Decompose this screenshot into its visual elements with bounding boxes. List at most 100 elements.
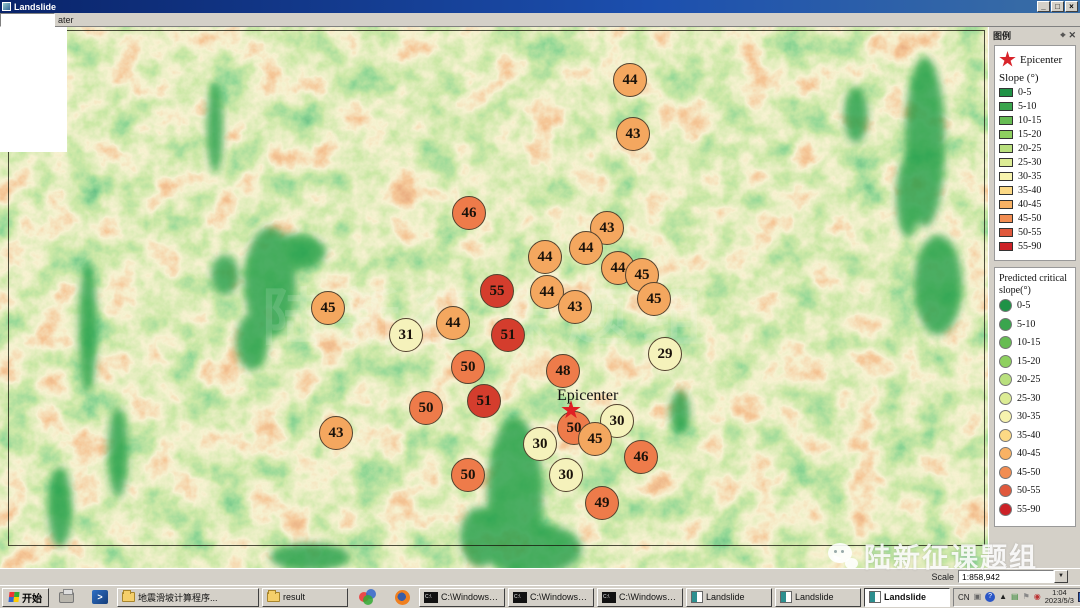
- legend-item: 55-90: [999, 503, 1073, 516]
- legend-swatch: [999, 228, 1013, 237]
- predicted-slope-point[interactable]: 45: [578, 422, 612, 456]
- legend-range-label: 5-10: [1017, 319, 1035, 330]
- legend-swatch: [999, 88, 1013, 97]
- legend-item: 25-30: [999, 392, 1073, 405]
- legend-range-label: 15-20: [1017, 356, 1040, 367]
- firefox-icon[interactable]: [393, 588, 411, 606]
- legend-swatch: [999, 102, 1013, 111]
- predicted-slope-point[interactable]: 29: [648, 337, 682, 371]
- legend-epicenter-label: Epicenter: [1020, 54, 1062, 66]
- scale-dropdown-icon[interactable]: ▼: [1054, 570, 1068, 583]
- legend-item: 50-55: [999, 484, 1073, 497]
- taskbar-window-label: Landslide: [795, 592, 834, 602]
- legend-swatch: [999, 172, 1013, 181]
- legend-item: 0-5: [999, 87, 1073, 98]
- predicted-slope-point[interactable]: 45: [311, 291, 345, 325]
- predicted-slope-point[interactable]: 45: [637, 282, 671, 316]
- taskbar-window-button[interactable]: 地震滑坡计算程序...: [117, 588, 259, 607]
- predicted-slope-point[interactable]: 48: [546, 354, 580, 388]
- predicted-slope-point[interactable]: 49: [585, 486, 619, 520]
- taskbar-window-button[interactable]: C:\C:\Windows\syste...: [508, 588, 594, 607]
- help-icon[interactable]: ?: [985, 592, 995, 602]
- taskbar-window-button[interactable]: C:\C:\Windows\syste...: [597, 588, 683, 607]
- predicted-slope-point[interactable]: 43: [616, 117, 650, 151]
- printer-icon[interactable]: [57, 588, 75, 606]
- safely-remove-icon[interactable]: ▤: [1011, 593, 1019, 601]
- powershell-icon[interactable]: >: [91, 588, 109, 606]
- taskbar-window-label: C:\Windows\syste...: [441, 592, 500, 602]
- legend-range-label: 50-55: [1017, 485, 1040, 496]
- taskbar-window-label: result: [283, 592, 305, 602]
- legend-range-label: 0-5: [1018, 87, 1031, 98]
- map-canvas[interactable]: 陆新征课题组 444346434444444555444543454431512…: [0, 27, 988, 568]
- predicted-slope-point[interactable]: 46: [624, 440, 658, 474]
- slope-legend-rows: 0-55-1010-1515-2020-2525-3030-3535-4040-…: [999, 87, 1073, 252]
- predicted-slope-point[interactable]: 44: [436, 306, 470, 340]
- predicted-slope-point[interactable]: 44: [613, 63, 647, 97]
- legend-swatch: [999, 144, 1013, 153]
- predicted-slope-point[interactable]: 51: [491, 318, 525, 352]
- legend-range-label: 10-15: [1017, 337, 1040, 348]
- predicted-slope-point[interactable]: 31: [389, 318, 423, 352]
- predicted-slope-point[interactable]: 46: [452, 196, 486, 230]
- predicted-slope-point[interactable]: 55: [480, 274, 514, 308]
- predicted-slope-point[interactable]: 30: [523, 427, 557, 461]
- app-icon: [2, 2, 11, 11]
- input-indicator[interactable]: CN: [958, 593, 970, 602]
- legend-item: 40-45: [999, 199, 1073, 210]
- maximize-button[interactable]: □: [1051, 1, 1064, 12]
- legend-swatch: [999, 503, 1012, 516]
- legend-range-label: 55-90: [1018, 241, 1041, 252]
- predicted-slope-point[interactable]: 50: [451, 350, 485, 384]
- epicenter-label: Epicenter: [557, 387, 618, 405]
- legend-swatch: [999, 410, 1012, 423]
- critical-slope-legend: Predicted critical slope(°) 0-55-1010-15…: [994, 267, 1076, 527]
- legend-swatch: [999, 429, 1012, 442]
- legend-range-label: 15-20: [1018, 129, 1041, 140]
- taskbar-window-button[interactable]: Landslide: [864, 588, 950, 607]
- monitor-icon[interactable]: ▣: [974, 593, 982, 601]
- minimize-button[interactable]: _: [1037, 1, 1050, 12]
- taskbar-window-button[interactable]: Landslide: [686, 588, 772, 607]
- legend-item: 25-30: [999, 157, 1073, 168]
- panel-close-icon[interactable]: ✕: [1068, 30, 1076, 41]
- watermark: 陆新征课题组: [828, 536, 1038, 575]
- legend-panel-title: 图例: [993, 29, 1011, 42]
- legend-range-label: 45-50: [1017, 467, 1040, 478]
- flag-icon[interactable]: ⚑: [1023, 593, 1030, 601]
- taskbar-window-button[interactable]: Landslide: [775, 588, 861, 607]
- folder-icon: [122, 592, 135, 602]
- predicted-slope-point[interactable]: 43: [319, 416, 353, 450]
- layer-combo[interactable]: [0, 13, 55, 27]
- legend-range-label: 10-15: [1018, 115, 1041, 126]
- predicted-slope-point[interactable]: 50: [451, 458, 485, 492]
- legend-item: 10-15: [999, 115, 1073, 126]
- legend-swatch: [999, 373, 1012, 386]
- tri-circle-app-icon[interactable]: [359, 588, 377, 606]
- expand-tray-icon[interactable]: ▲: [999, 593, 1007, 601]
- predicted-slope-point[interactable]: 43: [558, 290, 592, 324]
- legend-swatch: [999, 318, 1012, 331]
- legend-swatch: [999, 214, 1013, 223]
- tray-date: 2023/5/3: [1045, 597, 1074, 605]
- close-button[interactable]: ×: [1065, 1, 1078, 12]
- taskbar-window-label: 地震滑坡计算程序...: [138, 591, 218, 604]
- taskbar-window-button[interactable]: C:\C:\Windows\syste...: [419, 588, 505, 607]
- predicted-slope-point[interactable]: 51: [467, 384, 501, 418]
- legend-swatch: [999, 116, 1013, 125]
- predicted-slope-point[interactable]: 50: [409, 391, 443, 425]
- legend-item: 35-40: [999, 185, 1073, 196]
- predicted-slope-point[interactable]: 44: [569, 231, 603, 265]
- predicted-slope-point[interactable]: 30: [549, 458, 583, 492]
- legend-item: 45-50: [999, 466, 1073, 479]
- start-button[interactable]: 开始: [2, 588, 49, 607]
- taskbar-window-label: C:\Windows\syste...: [530, 592, 589, 602]
- alert-icon[interactable]: ◉: [1034, 593, 1041, 601]
- legend-swatch: [999, 242, 1013, 251]
- legend-range-label: 35-40: [1017, 430, 1040, 441]
- taskbar-window-button[interactable]: result: [262, 588, 348, 607]
- predicted-slope-point[interactable]: 44: [528, 240, 562, 274]
- tray-clock[interactable]: 1:04 2023/5/3: [1045, 589, 1074, 605]
- landslide-app-icon: [869, 591, 881, 603]
- pin-icon[interactable]: ⌖: [1060, 30, 1065, 41]
